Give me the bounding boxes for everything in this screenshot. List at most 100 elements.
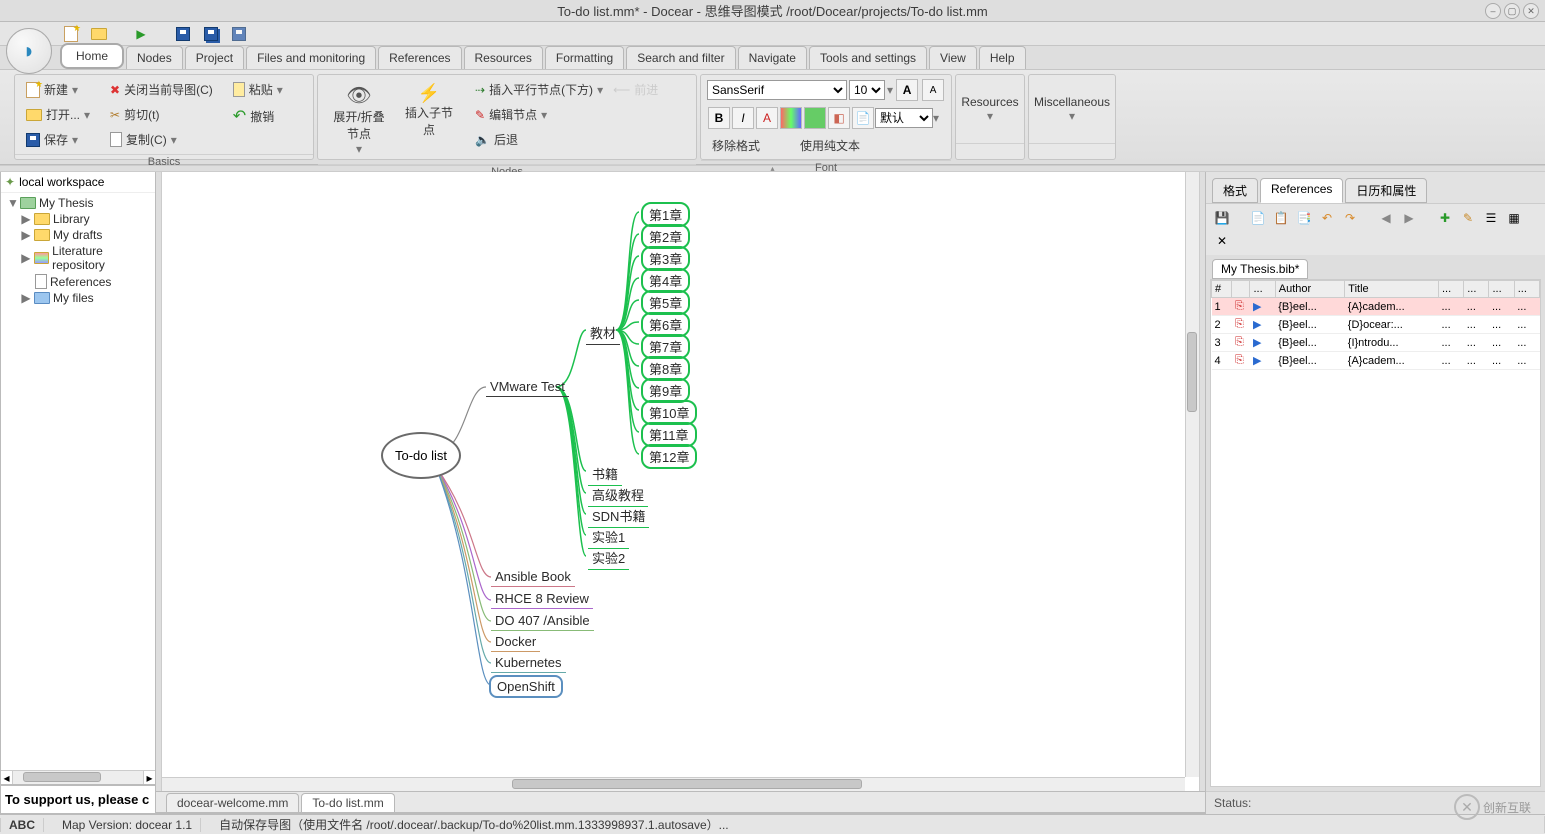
new-button[interactable]: 新建 ▾ bbox=[21, 78, 95, 101]
undo-button[interactable]: ↶撤销 bbox=[228, 103, 288, 129]
bg-color-icon[interactable] bbox=[804, 107, 826, 129]
font-family-select[interactable]: SansSerif bbox=[707, 80, 847, 100]
copy-ref-icon[interactable]: 📄 bbox=[1248, 208, 1268, 228]
chevron-right-icon[interactable]: ▶ bbox=[21, 212, 31, 226]
tree-item-references[interactable]: References bbox=[7, 273, 155, 290]
scrollbar-horizontal[interactable] bbox=[162, 777, 1185, 791]
mindmap-node-vtest[interactable]: VMware Test bbox=[486, 378, 569, 397]
page-icon[interactable]: 📄 bbox=[852, 107, 874, 129]
splitter-left[interactable] bbox=[156, 172, 162, 791]
prev-ref-icon[interactable]: ◀ bbox=[1376, 208, 1396, 228]
tree-item-files[interactable]: ▶My files bbox=[7, 290, 155, 306]
paste-button[interactable]: 粘贴 ▾ bbox=[228, 78, 288, 101]
chevron-right-icon[interactable]: ▶ bbox=[21, 291, 31, 305]
col-x1[interactable]: ... bbox=[1438, 281, 1463, 298]
highlight-icon[interactable] bbox=[780, 107, 802, 129]
font-color-icon[interactable]: A bbox=[756, 107, 778, 129]
tree-item-thesis[interactable]: ▼My Thesis bbox=[7, 195, 155, 211]
bib-file-tab[interactable]: My Thesis.bib* bbox=[1212, 259, 1308, 279]
chevron-down-icon[interactable]: ▼ bbox=[7, 196, 17, 210]
maximize-icon[interactable]: ▢ bbox=[1504, 3, 1520, 19]
menu-home[interactable]: Home bbox=[60, 43, 124, 69]
tab-calendar[interactable]: 日历和属性 bbox=[1345, 178, 1427, 203]
mindmap-node-ex5[interactable]: Kubernetes bbox=[491, 654, 566, 673]
col-title[interactable]: Title bbox=[1345, 281, 1439, 298]
col-web[interactable]: ... bbox=[1250, 281, 1275, 298]
italic-icon[interactable]: I bbox=[732, 107, 754, 129]
expand-collapse-button[interactable]: 👁展开/折叠节点▾ bbox=[324, 78, 394, 161]
chevron-right-icon[interactable]: ▶ bbox=[21, 228, 31, 242]
node-icon[interactable]: ◧ bbox=[828, 107, 850, 129]
edit-ref-icon[interactable]: ✎ bbox=[1458, 208, 1478, 228]
font-small-a-icon[interactable]: A bbox=[922, 79, 944, 101]
dup-ref-icon[interactable]: 📑 bbox=[1294, 208, 1314, 228]
tool-ref-icon[interactable]: ✕ bbox=[1212, 231, 1232, 251]
grid-ref-icon[interactable]: ▦ bbox=[1504, 208, 1524, 228]
mindmap-node-sub2[interactable]: 高级教程 bbox=[588, 484, 648, 507]
mindmap-node-chap12[interactable]: 第12章 bbox=[641, 444, 697, 469]
minimize-icon[interactable]: ‒ bbox=[1485, 3, 1501, 19]
cut-button[interactable]: ✂剪切(t) bbox=[105, 103, 218, 126]
menu-tools[interactable]: Tools and settings bbox=[809, 46, 927, 69]
menu-formatting[interactable]: Formatting bbox=[545, 46, 624, 69]
workspace-root-label[interactable]: local workspace bbox=[19, 175, 104, 189]
support-banner[interactable]: To support us, please c bbox=[0, 785, 156, 814]
abc-indicator[interactable]: ABC bbox=[0, 818, 44, 832]
save-button[interactable]: 保存 ▾ bbox=[21, 128, 95, 151]
menu-search[interactable]: Search and filter bbox=[626, 46, 735, 69]
save-as-icon[interactable] bbox=[228, 24, 250, 44]
list-ref-icon[interactable]: ☰ bbox=[1481, 208, 1501, 228]
doctab-welcome[interactable]: docear-welcome.mm bbox=[166, 793, 299, 812]
back-button[interactable]: 🔈后退 bbox=[470, 128, 663, 151]
font-size-select[interactable]: 10 bbox=[849, 80, 885, 100]
menu-references[interactable]: References bbox=[378, 46, 461, 69]
save-ref-icon[interactable]: 💾 bbox=[1212, 208, 1232, 228]
bold-icon[interactable]: B bbox=[708, 107, 730, 129]
next-ref-icon[interactable]: ▶ bbox=[1399, 208, 1419, 228]
plain-text-button[interactable]: 使用纯文本 bbox=[795, 134, 865, 157]
menu-view[interactable]: View bbox=[929, 46, 977, 69]
mindmap-node-ex2[interactable]: RHCE 8 Review bbox=[491, 590, 593, 609]
paste-ref-icon[interactable]: 📋 bbox=[1271, 208, 1291, 228]
undo-ref-icon[interactable]: ↶ bbox=[1317, 208, 1337, 228]
font-big-a-icon[interactable]: A bbox=[896, 79, 918, 101]
add-ref-icon[interactable]: ✚ bbox=[1435, 208, 1455, 228]
mindmap-node-teach[interactable]: 教材 bbox=[586, 322, 620, 345]
scrollbar-vertical[interactable] bbox=[1185, 172, 1199, 777]
redo-ref-icon[interactable]: ↷ bbox=[1340, 208, 1360, 228]
mindmap-node-sub1[interactable]: 书籍 bbox=[588, 463, 622, 486]
app-logo-icon[interactable]: ◗ bbox=[6, 28, 52, 74]
mindmap-node-ex4[interactable]: Docker bbox=[491, 633, 540, 652]
menu-help[interactable]: Help bbox=[979, 46, 1026, 69]
menu-navigate[interactable]: Navigate bbox=[738, 46, 807, 69]
menu-nodes[interactable]: Nodes bbox=[126, 46, 183, 69]
table-row[interactable]: 3⎘▶{B}eel...{I}ntrodu............... bbox=[1212, 334, 1540, 352]
table-row[interactable]: 2⎘▶{B}eel...{D}ocear:............... bbox=[1212, 316, 1540, 334]
mindmap-root-node[interactable]: To-do list bbox=[381, 432, 461, 479]
table-row[interactable]: 4⎘▶{B}eel...{A}cadem............... bbox=[1212, 352, 1540, 370]
new-doc-icon[interactable] bbox=[60, 24, 82, 44]
copy-button[interactable]: 复制(C) ▾ bbox=[105, 128, 218, 151]
tree-item-lit[interactable]: ▶Literature repository bbox=[7, 243, 155, 273]
col-author[interactable]: Author bbox=[1275, 281, 1345, 298]
mindmap-node-ex3[interactable]: DO 407 /Ansible bbox=[491, 612, 594, 631]
misc-button[interactable]: Miscellaneous▾ bbox=[1033, 90, 1111, 128]
mindmap-node-sub3[interactable]: SDN书籍 bbox=[588, 505, 649, 528]
menu-files[interactable]: Files and monitoring bbox=[246, 46, 376, 69]
splitter-right[interactable] bbox=[1199, 172, 1205, 791]
col-num[interactable]: # bbox=[1212, 281, 1232, 298]
col-x3[interactable]: ... bbox=[1489, 281, 1514, 298]
insert-child-button[interactable]: ⚡插入子节点 bbox=[394, 78, 464, 143]
table-row[interactable]: 1⎘▶{B}eel...{A}cadem............... bbox=[1212, 298, 1540, 316]
tab-references[interactable]: References bbox=[1260, 178, 1343, 203]
tab-format[interactable]: 格式 bbox=[1212, 178, 1258, 203]
style-select[interactable]: 默认 bbox=[875, 108, 933, 128]
mindmap-canvas[interactable]: To-do list VMware Test 教材 第1章 第2章 第3章 第4… bbox=[156, 172, 1205, 791]
run-icon[interactable]: ▶ bbox=[130, 24, 152, 44]
mindmap-node-sub5[interactable]: 实验2 bbox=[588, 547, 629, 570]
edit-node-button[interactable]: ✎编辑节点 ▾ bbox=[470, 103, 663, 126]
close-map-button[interactable]: ✖关闭当前导图(C) bbox=[105, 78, 218, 101]
resources-button[interactable]: Resources▾ bbox=[960, 90, 1020, 128]
mindmap-node-sub4[interactable]: 实验1 bbox=[588, 526, 629, 549]
clear-format-button[interactable]: 移除格式 bbox=[707, 134, 765, 157]
